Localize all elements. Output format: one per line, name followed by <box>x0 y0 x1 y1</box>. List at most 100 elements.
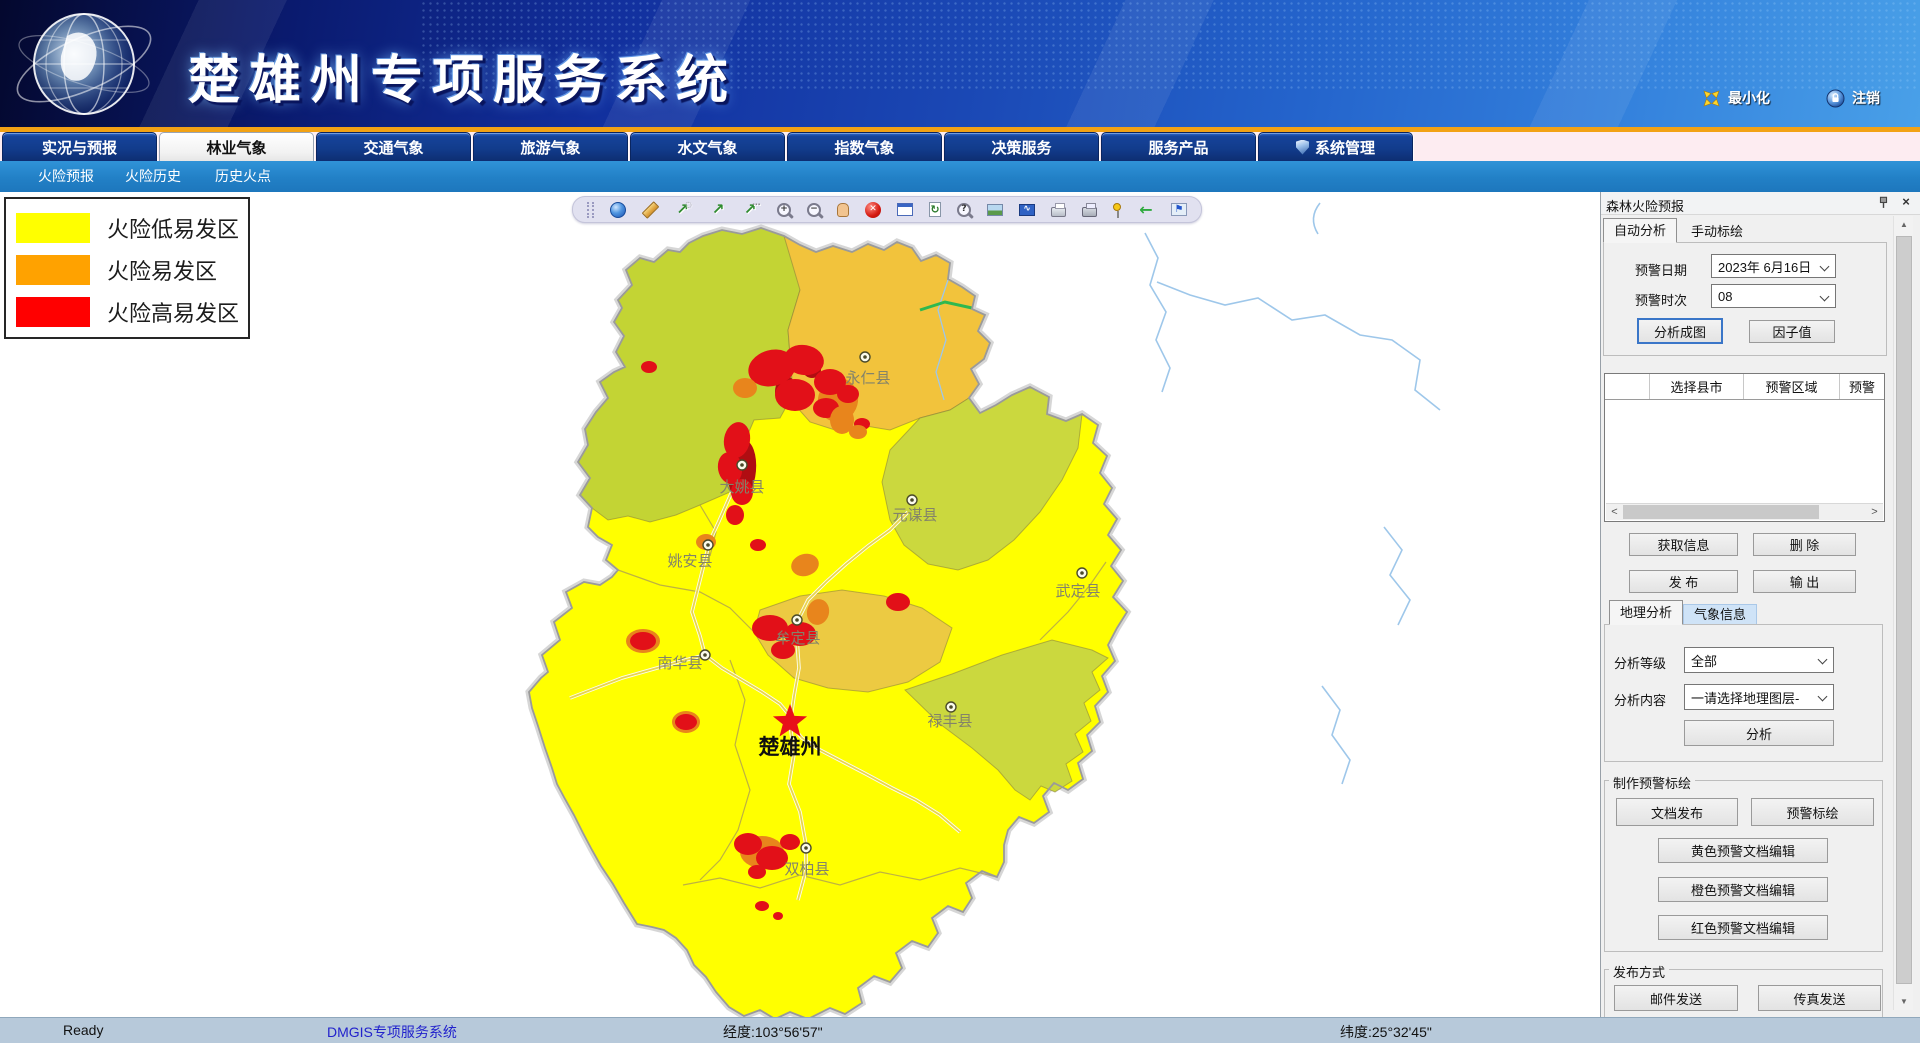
main-tab-2[interactable]: 林业气象 <box>159 132 314 161</box>
time-label: 预警时次 <box>1635 290 1687 309</box>
warning-plot-button[interactable]: 预警标绘 <box>1751 798 1874 826</box>
chevron-down-icon <box>1818 692 1828 702</box>
scroll-down-icon[interactable]: ▼ <box>1894 993 1914 1010</box>
status-ready: Ready <box>63 1022 103 1038</box>
main-tab-5[interactable]: 水文气象 <box>630 132 785 161</box>
main-tab-label: 水文气象 <box>677 137 737 158</box>
level-value: 全部 <box>1691 651 1717 670</box>
delete-button[interactable]: 删 除 <box>1753 533 1856 556</box>
icon-modifier: ◌ <box>685 201 692 209</box>
county-label: 禄丰县 <box>927 713 972 730</box>
status-longitude: 经度:103°56'57" <box>723 1022 823 1042</box>
tab-auto-analysis[interactable]: 自动分析 <box>1603 218 1677 243</box>
table-hscrollbar[interactable]: < > <box>1606 503 1883 520</box>
email-send-button[interactable]: 邮件发送 <box>1614 985 1738 1011</box>
print-icon[interactable] <box>1051 207 1066 217</box>
main-tab-7[interactable]: 决策服务 <box>944 132 1099 161</box>
close-icon[interactable]: × <box>1898 194 1914 210</box>
identify-icon[interactable]: ? <box>957 203 971 217</box>
pan-icon[interactable] <box>837 203 849 217</box>
yellow-warning-doc-button[interactable]: 黄色预警文档编辑 <box>1658 838 1828 863</box>
main-tab-9[interactable]: 系统管理 <box>1258 132 1413 161</box>
red-warning-doc-button[interactable]: 红色预警文档编辑 <box>1658 915 1828 940</box>
chevron-down-icon <box>1818 655 1828 665</box>
icon-modifier: ⋯ <box>752 201 760 209</box>
app-title: 楚雄州专项服务系统 <box>188 38 737 113</box>
date-value: 2023年 6月16日 <box>1718 257 1811 276</box>
table-header: 预警 <box>1840 374 1884 399</box>
toolbar-grip[interactable] <box>587 202 594 218</box>
shield-icon <box>1296 140 1309 155</box>
tab-weather-info[interactable]: 气象信息 <box>1683 604 1757 625</box>
fax-send-button[interactable]: 传真发送 <box>1758 985 1881 1011</box>
analyze-map-button[interactable]: 分析成图 <box>1637 318 1723 344</box>
chart-window-icon[interactable] <box>897 203 913 216</box>
subnav-item-1[interactable]: 火险预报 <box>38 161 94 192</box>
vscroll-thumb[interactable] <box>1896 236 1912 984</box>
county-label: 永仁县 <box>845 370 890 387</box>
legend-swatch <box>16 213 90 243</box>
chevron-down-icon <box>1820 292 1830 302</box>
factor-value-button[interactable]: 因子值 <box>1749 320 1835 343</box>
time-select[interactable]: 08 <box>1711 284 1836 308</box>
table-header: 预警区域 <box>1744 374 1840 399</box>
lock-icon <box>1826 89 1845 108</box>
hscroll-thumb[interactable] <box>1623 505 1819 519</box>
main-tab-label: 系统管理 <box>1315 137 1375 158</box>
main-tab-label: 交通气象 <box>363 137 423 158</box>
select-circle-icon[interactable]: ↗◌ <box>675 201 693 219</box>
main-tab-8[interactable]: 服务产品 <box>1101 132 1256 161</box>
basemap-icon[interactable]: ∿ <box>1019 204 1035 216</box>
main-tab-bar: 实况与预报 林业气象 交通气象 旅游气象 水文气象 指数气象决策服务服务产品 系统管理 <box>0 132 1920 161</box>
county-label: 姚安县 <box>667 553 712 570</box>
minimize-icon <box>1702 89 1721 108</box>
main-tab-label: 实况与预报 <box>42 137 117 158</box>
level-select[interactable]: 全部 <box>1684 647 1834 673</box>
subnav-item-3[interactable]: 历史火点 <box>215 161 271 192</box>
orange-warning-doc-button[interactable]: 橙色预警文档编辑 <box>1658 877 1828 902</box>
main-tab-4[interactable]: 旅游气象 <box>473 132 628 161</box>
clear-icon[interactable]: ✕ <box>865 202 881 218</box>
main-tab-label: 旅游气象 <box>520 137 580 158</box>
main-tab-6[interactable]: 指数气象 <box>787 132 942 161</box>
placemark-icon[interactable] <box>1113 203 1121 211</box>
minimize-button[interactable]: 最小化 <box>1702 88 1770 108</box>
date-select[interactable]: 2023年 6月16日 <box>1711 254 1836 278</box>
map-toolbar: ↗◌ ↗ ↗⋯ + − ✕ ↻? ∿ ← ⚑ <box>572 196 1202 223</box>
status-system: DMGIS专项服务系统 <box>327 1022 457 1042</box>
globe-icon[interactable] <box>610 202 626 218</box>
select-cursor-icon[interactable]: ↗ <box>709 201 727 219</box>
select-polygon-icon[interactable]: ↗⋯ <box>743 201 761 219</box>
scroll-right-icon[interactable]: > <box>1866 504 1883 520</box>
overview-map-icon[interactable]: ⚑ <box>1171 203 1187 216</box>
get-info-button[interactable]: 获取信息 <box>1629 533 1738 556</box>
export-button[interactable]: 输 出 <box>1753 570 1856 593</box>
tab-geo-analysis[interactable]: 地理分析 <box>1609 600 1683 625</box>
scroll-left-icon[interactable]: < <box>1606 504 1623 520</box>
warning-table[interactable]: 选择县市 预警区域 预警 < > <box>1604 373 1885 522</box>
app-window: 楚雄州专项服务系统 最小化 注销 <box>0 0 1920 1043</box>
analyze-button[interactable]: 分析 <box>1684 720 1834 746</box>
subnav-item-2[interactable]: 火险历史 <box>125 161 181 192</box>
export-image-icon[interactable] <box>987 204 1003 216</box>
scroll-up-icon[interactable]: ▲ <box>1894 216 1914 233</box>
measure-icon[interactable] <box>642 201 660 219</box>
minimize-label: 最小化 <box>1728 88 1770 108</box>
panel-vscrollbar[interactable]: ▲ ▼ <box>1893 216 1913 1010</box>
content-select[interactable]: 一请选择地理图层- <box>1684 684 1834 710</box>
refresh-icon[interactable]: ↻ <box>929 202 941 217</box>
pin-icon[interactable] <box>1877 196 1890 209</box>
plot-group-title: 制作预警标绘 <box>1609 773 1695 792</box>
logout-button[interactable]: 注销 <box>1826 88 1880 108</box>
capital-label: 楚雄州 <box>759 735 822 759</box>
zoom-out-icon[interactable]: − <box>807 203 821 217</box>
main-tab-1[interactable]: 实况与预报 <box>2 132 157 161</box>
zoom-in-icon[interactable]: + <box>777 203 791 217</box>
rivers <box>1145 203 1440 784</box>
doc-publish-button[interactable]: 文档发布 <box>1616 798 1738 826</box>
table-header <box>1605 374 1650 399</box>
print-preview-icon[interactable] <box>1082 207 1097 217</box>
publish-button[interactable]: 发 布 <box>1629 570 1738 593</box>
main-tab-3[interactable]: 交通气象 <box>316 132 471 161</box>
back-icon[interactable]: ← <box>1137 201 1155 219</box>
